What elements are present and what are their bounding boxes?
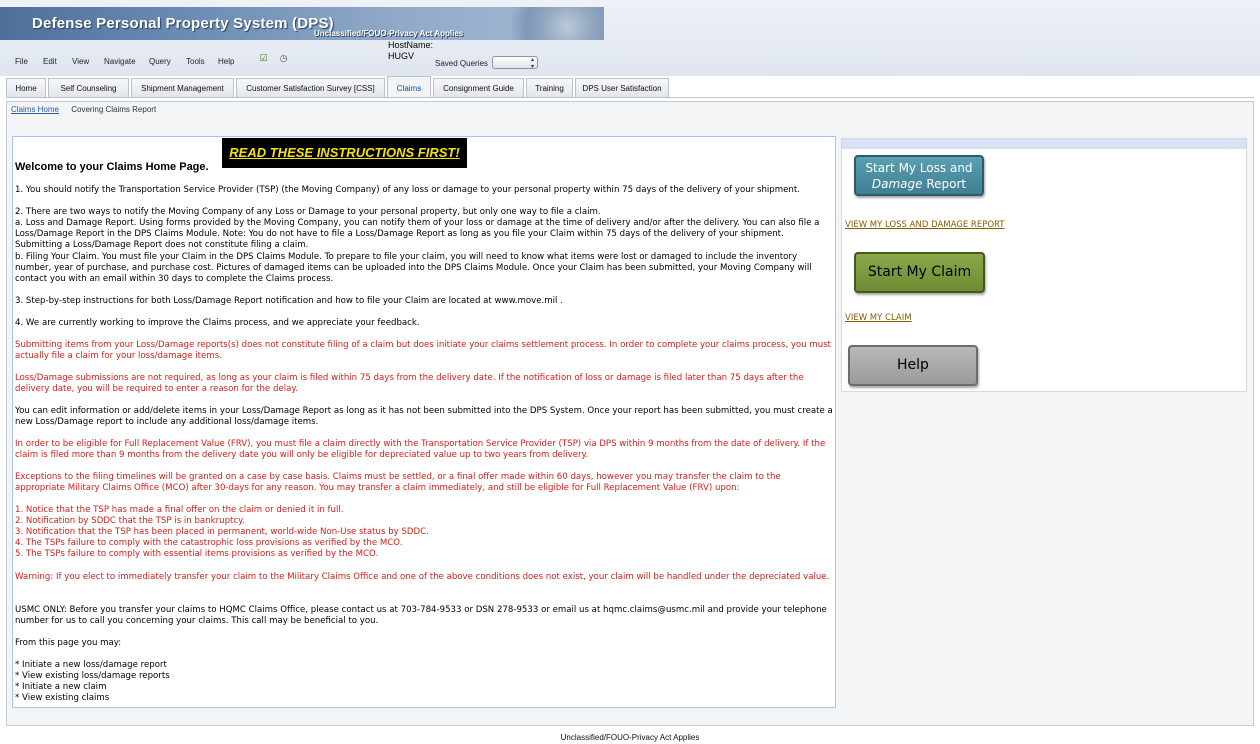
menu-help[interactable]: Help	[218, 57, 234, 66]
tab-customer-satisfaction-survey[interactable]: Customer Satisfaction Survey [CSS]	[236, 78, 385, 97]
paragraph-step-by-step: 3. Step-by-step instructions for both Lo…	[15, 296, 563, 306]
saved-queries-select[interactable]	[492, 56, 538, 70]
footer-classification: Unclassified/FOUO-Privacy Act Applies	[560, 733, 700, 742]
help-button[interactable]: Help	[848, 345, 978, 386]
tab-consignment-guide[interactable]: Consignment Guide	[433, 78, 524, 97]
tab-self-counseling[interactable]: Self Counseling	[48, 78, 129, 97]
paragraph-loss-damage-report: a. Loss and Damage Report. Using forms p…	[15, 218, 820, 251]
menu-query[interactable]: Query	[149, 57, 171, 66]
view-claim-link[interactable]: VIEW MY CLAIM	[845, 313, 912, 323]
list-item: * View existing claims	[15, 693, 110, 703]
paragraph-filing-claim: b. Filing Your Claim. You must file your…	[15, 252, 812, 285]
paragraph-notify: 1. You should notify the Transportation …	[15, 185, 800, 195]
tab-claims[interactable]: Claims	[387, 76, 431, 98]
condition-2: 2. Notification by SDDC that the TSP is …	[15, 516, 245, 526]
menu-navigate[interactable]: Navigate	[104, 57, 136, 66]
view-loss-damage-report-link[interactable]: VIEW MY LOSS AND DAMAGE REPORT	[845, 220, 1005, 230]
app-banner: Defense Personal Property System (DPS) U…	[0, 7, 604, 40]
paragraph-edit-report: You can edit information or add/delete i…	[15, 406, 833, 428]
menu-tools[interactable]: Tools	[186, 57, 205, 66]
warning-loss-damage-optional: Loss/Damage submissions are not required…	[15, 373, 804, 395]
read-instructions-button[interactable]: READ THESE INSTRUCTIONS FIRST!	[222, 138, 467, 168]
condition-1: 1. Notice that the TSP has made a final …	[15, 505, 344, 515]
loss-button-damage-word: Damage	[871, 177, 923, 191]
start-loss-damage-report-button[interactable]: Start My Loss and Damage Report	[854, 155, 984, 196]
loss-button-line1: Start My Loss and	[865, 161, 973, 175]
saved-queries-label: Saved Queries	[435, 59, 488, 68]
breadcrumb-claims-home-link[interactable]: Claims Home	[11, 105, 59, 114]
warning-transfer: Warning: If you elect to immediately tra…	[15, 572, 830, 582]
list-item: * Initiate a new claim	[15, 682, 107, 692]
menu-view[interactable]: View	[72, 57, 89, 66]
list-item: * Initiate a new loss/damage report	[15, 660, 167, 670]
tab-shipment-management[interactable]: Shipment Management	[131, 78, 234, 97]
tab-divider	[6, 97, 1254, 98]
hostname-display: HostName: HUGV	[388, 40, 433, 62]
paragraph-usmc-only: USMC ONLY: Before you transfer your clai…	[15, 605, 827, 627]
tab-home[interactable]: Home	[6, 78, 46, 97]
menu-edit[interactable]: Edit	[43, 57, 57, 66]
app-title: Defense Personal Property System (DPS)	[32, 15, 334, 32]
welcome-heading: Welcome to your Claims Home Page.	[15, 161, 209, 173]
tab-training[interactable]: Training	[526, 78, 573, 97]
paragraph-from-this-page: From this page you may:	[15, 638, 122, 648]
start-claim-button[interactable]: Start My Claim	[854, 252, 985, 293]
clock-icon[interactable]: ◷	[278, 54, 289, 65]
breadcrumb-current: Covering Claims Report	[71, 105, 157, 114]
paragraph-feedback: 4. We are currently working to improve t…	[15, 318, 420, 328]
checklist-icon[interactable]: ☑	[258, 54, 269, 65]
warning-exceptions: Exceptions to the filing timelines will …	[15, 472, 781, 494]
condition-4: 4. The TSPs failure to comply with the c…	[15, 538, 403, 548]
tab-dps-user-satisfaction[interactable]: DPS User Satisfaction	[575, 78, 669, 97]
warning-submitting-items: Submitting items from your Loss/Damage r…	[15, 340, 832, 362]
actions-panel-header	[842, 139, 1246, 149]
hostname-value: HUGV	[388, 51, 415, 61]
breadcrumb: Claims Home Covering Claims Report	[11, 105, 156, 114]
banner-classification: Unclassified/FOUO-Privacy Act Applies	[314, 29, 464, 38]
list-item: * View existing loss/damage reports	[15, 671, 170, 681]
menu-file[interactable]: File	[15, 57, 28, 66]
warning-frv-eligibility: In order to be eligible for Full Replace…	[15, 439, 826, 461]
paragraph-two-ways: 2. There are two ways to notify the Movi…	[15, 207, 601, 217]
loss-button-report-word: Report	[922, 177, 967, 191]
condition-3: 3. Notification that the TSP has been pl…	[15, 527, 429, 537]
loss-button-line2: Damage Report	[856, 176, 982, 192]
dod-seal-icon	[512, 7, 604, 40]
hostname-label: HostName:	[388, 40, 434, 50]
condition-5: 5. The TSPs failure to comply with essen…	[15, 549, 379, 559]
